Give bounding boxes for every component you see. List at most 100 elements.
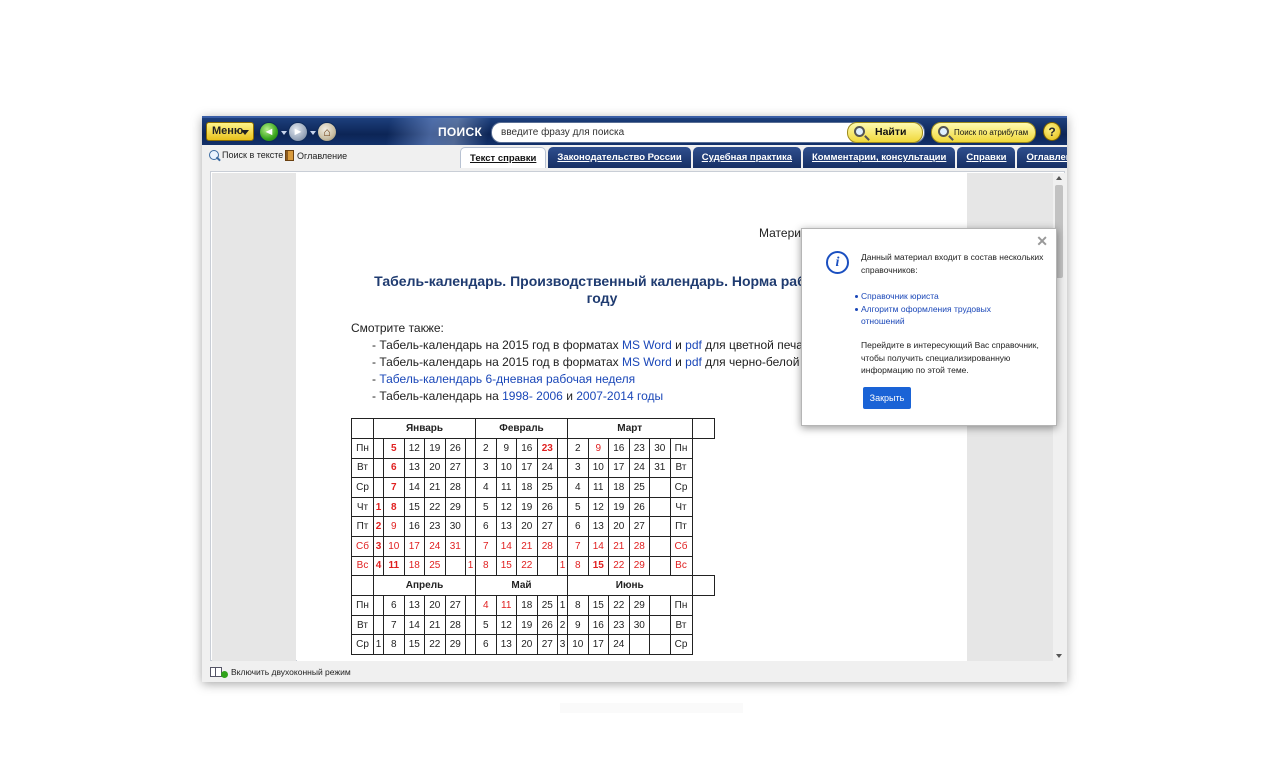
day-cell: 17: [516, 457, 538, 479]
day-cell: 1: [557, 595, 568, 616]
link[interactable]: Табель-календарь 6-дневная рабочая недел…: [379, 372, 635, 386]
day-cell: [373, 614, 384, 636]
link-text: Алгоритм оформления трудовых: [861, 303, 992, 314]
tab-court-practice[interactable]: Судебная практика: [692, 147, 801, 168]
tab-label: Комментарии, консультации: [811, 152, 947, 163]
contents-link[interactable]: Оглавление: [285, 150, 347, 161]
scroll-down-icon[interactable]: [1056, 654, 1062, 658]
day-cell: 24: [608, 634, 630, 655]
day-cell: 25: [536, 595, 558, 616]
day-cell: [465, 438, 476, 459]
search-in-text-link[interactable]: Поиск в тексте: [209, 150, 283, 160]
day-cell: [444, 555, 466, 577]
day-cell: 15: [495, 555, 517, 577]
day-cell: 12: [587, 496, 609, 518]
tab-comments[interactable]: Комментарии, консультации: [802, 147, 956, 168]
link-lawyer-reference[interactable]: Справочник юриста: [855, 290, 1041, 303]
forward-history-dropdown-icon[interactable]: [310, 131, 316, 135]
dual-window-icon[interactable]: [210, 667, 228, 678]
weekday-cell: Ср: [351, 477, 374, 498]
help-button[interactable]: ?: [1043, 122, 1061, 141]
popup-text: Данный материал входит в состав нескольк…: [861, 252, 1044, 262]
day-cell: 13: [495, 634, 517, 655]
menu-label: Меню: [212, 125, 244, 137]
day-cell: [465, 516, 476, 537]
scroll-up-icon[interactable]: [1056, 176, 1062, 180]
day-cell: 9: [495, 438, 517, 459]
day-cell: 17: [587, 634, 609, 655]
document-area: Матери Табель-календарь. Производственны…: [210, 171, 1065, 661]
tab-legislation[interactable]: Законодательство России: [548, 147, 691, 168]
day-cell: [373, 438, 384, 459]
day-cell: 9: [567, 614, 589, 636]
link-labor-algorithm[interactable]: Алгоритм оформления трудовых отношений: [855, 303, 1041, 328]
day-cell: [373, 457, 384, 479]
dual-mode-toggle[interactable]: Включить двухоконный режим: [231, 667, 351, 677]
calendar-row: Пн 5 12 19 26 2 9 16 23 2 9 16 23 30 Пн: [351, 438, 715, 459]
popup-text: информацию по этой теме.: [861, 365, 969, 375]
back-history-dropdown-icon[interactable]: [281, 131, 287, 135]
info-icon: i: [826, 251, 849, 274]
day-cell: 26: [536, 614, 558, 636]
day-cell: 4: [475, 477, 497, 498]
link[interactable]: pdf: [685, 338, 702, 352]
tab-contents[interactable]: Оглавление: [1017, 147, 1067, 168]
day-cell: 8: [475, 555, 497, 577]
tab-references[interactable]: Справки: [957, 147, 1016, 168]
day-cell: 11: [495, 477, 517, 498]
search-label: ПОИСК: [438, 125, 483, 139]
weekday-cell: Пн: [669, 595, 693, 616]
popup-message: Данный материал входит в состав нескольк…: [861, 251, 1043, 276]
weekday-cell: Вт: [351, 614, 374, 636]
back-button[interactable]: ◄: [259, 122, 279, 142]
weekday-cell: Вс: [669, 555, 693, 577]
day-cell: 30: [628, 614, 650, 636]
link[interactable]: 1998- 2006: [502, 389, 563, 403]
day-cell: 4: [373, 555, 384, 577]
find-button[interactable]: Найти: [847, 122, 923, 143]
day-cell: 3: [557, 634, 568, 655]
day-cell: 7: [383, 614, 405, 636]
day-cell: [557, 477, 568, 498]
day-cell: 18: [516, 477, 538, 498]
day-cell: [465, 535, 476, 557]
book-icon: [285, 150, 294, 161]
tab-label: Судебная практика: [701, 152, 792, 163]
close-icon[interactable]: ✕: [1036, 233, 1048, 250]
link[interactable]: MS Word: [622, 338, 672, 352]
tab-text[interactable]: Текст справки: [460, 147, 547, 168]
day-cell: 28: [444, 614, 466, 636]
day-cell: 25: [536, 477, 558, 498]
forward-button[interactable]: ►: [288, 122, 308, 142]
day-cell: [465, 457, 476, 479]
day-cell: [649, 595, 671, 616]
link[interactable]: MS Word: [622, 355, 672, 369]
day-cell: 5: [475, 614, 497, 636]
popup-close-button[interactable]: Закрыть: [863, 387, 911, 409]
calendar-table: Январь Февраль Март Пн 5 12 19 26 2 9 16 23 2 9 16 23 30…: [351, 418, 715, 655]
day-cell: 3: [475, 457, 497, 479]
link[interactable]: pdf: [685, 355, 702, 369]
link[interactable]: 2007-2014 годы: [576, 389, 663, 403]
month-name: Январь: [373, 418, 476, 439]
home-button[interactable]: ⌂: [317, 122, 337, 142]
day-cell: [649, 535, 671, 557]
day-cell: [465, 477, 476, 498]
day-cell: 28: [628, 535, 650, 557]
day-cell: 20: [516, 516, 538, 537]
attribute-search-button[interactable]: Поиск по атрибутам: [931, 122, 1036, 143]
day-cell: 14: [495, 535, 517, 557]
day-cell: 5: [475, 496, 497, 518]
day-cell: 30: [444, 516, 466, 537]
day-cell: [465, 595, 476, 616]
menu-button[interactable]: Меню: [206, 122, 254, 141]
day-cell: 12: [495, 614, 517, 636]
day-cell: 10: [587, 457, 609, 479]
day-cell: 6: [383, 457, 405, 479]
day-cell: 18: [608, 477, 630, 498]
day-cell: 5: [567, 496, 589, 518]
list-item: - Табель-календарь 6-дневная рабочая нед…: [351, 371, 828, 388]
list-item: - Табель-календарь на 1998- 2006 и 2007-…: [351, 388, 828, 405]
day-cell: 19: [516, 614, 538, 636]
day-cell: [649, 477, 671, 498]
